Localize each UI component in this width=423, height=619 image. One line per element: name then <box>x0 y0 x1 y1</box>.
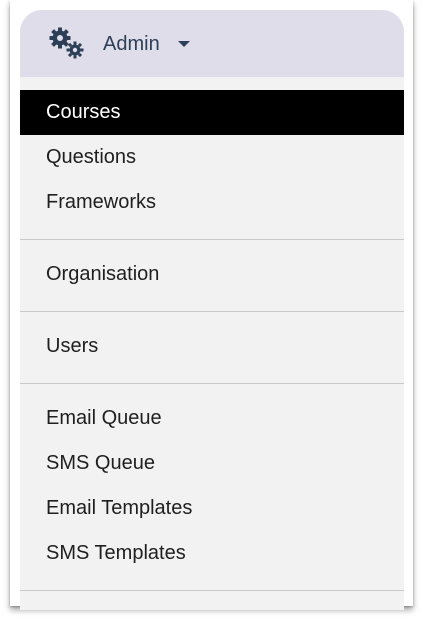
menu-item-frameworks[interactable]: Frameworks <box>20 180 404 225</box>
menu-item-label: Email Templates <box>46 497 193 519</box>
menu-item-email-queue[interactable]: Email Queue <box>20 396 404 441</box>
admin-menu-toggle[interactable]: Admin <box>20 10 404 77</box>
menu-item-questions[interactable]: Questions <box>20 135 404 180</box>
menu-divider <box>20 383 404 384</box>
menu-item-users[interactable]: Users <box>20 324 404 369</box>
menu-item-sms-templates[interactable]: SMS Templates <box>20 531 404 576</box>
menu-item-label: Email Queue <box>46 407 162 429</box>
menu-item-email-templates[interactable]: Email Templates <box>20 486 404 531</box>
menu-item-label: Courses <box>46 101 121 123</box>
menu-item-label: SMS Templates <box>46 542 186 564</box>
menu-item-label: Frameworks <box>46 191 157 213</box>
admin-menu: Admin Courses Questions Frameworks Organ… <box>20 10 404 610</box>
menu-item-label: Organisation <box>46 263 160 285</box>
menu-divider <box>20 311 404 312</box>
menu-item-organisation[interactable]: Organisation <box>20 252 404 297</box>
menu-item-label: Users <box>46 335 99 357</box>
menu-item-courses[interactable]: Courses <box>20 90 404 135</box>
menu-divider <box>20 239 404 240</box>
gears-icon <box>48 26 86 60</box>
admin-label: Admin <box>103 33 160 55</box>
caret-down-icon <box>178 41 190 47</box>
menu-divider <box>20 590 404 591</box>
menu-item-sms-queue[interactable]: SMS Queue <box>20 441 404 486</box>
menu-item-label: SMS Queue <box>46 452 155 474</box>
menu-item-label: Questions <box>46 146 137 168</box>
admin-dropdown-panel: Admin Courses Questions Frameworks Organ… <box>10 0 413 610</box>
